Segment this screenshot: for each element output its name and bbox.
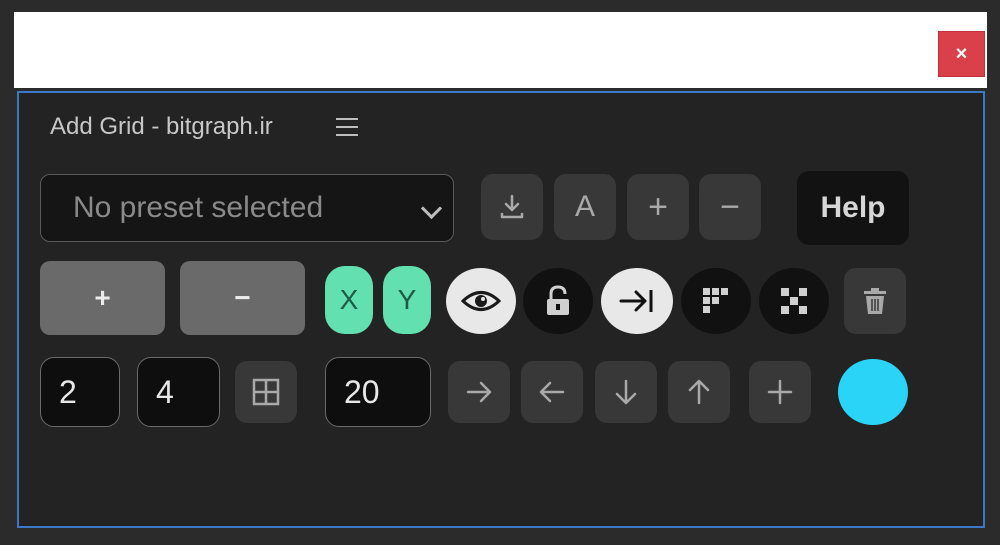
- remove-preset-button[interactable]: −: [699, 174, 761, 240]
- window-titlebar: [14, 12, 987, 88]
- add-grid-button[interactable]: +: [40, 261, 165, 335]
- save-preset-button[interactable]: [481, 174, 543, 240]
- arrow-right-icon: [466, 381, 492, 403]
- minus-icon: −: [720, 187, 740, 226]
- plus-icon: [767, 379, 793, 405]
- panel-title: Add Grid - bitgraph.ir: [50, 113, 273, 140]
- arrow-right-to-line-icon: [619, 290, 653, 312]
- preset-select-value: No preset selected: [73, 191, 324, 224]
- lock-toggle[interactable]: [523, 268, 593, 334]
- help-button[interactable]: Help: [797, 171, 909, 245]
- trash-icon: [864, 288, 886, 314]
- grid-color-swatch[interactable]: [838, 359, 908, 425]
- plus-icon: +: [94, 282, 111, 313]
- chevron-down-icon: [420, 197, 443, 220]
- text-a-label: A: [574, 190, 595, 223]
- panel-menu-icon[interactable]: [336, 116, 358, 138]
- remove-grid-button[interactable]: −: [180, 261, 305, 335]
- checker-icon: [781, 288, 807, 314]
- y-label: Y: [397, 284, 417, 315]
- delete-button[interactable]: [844, 268, 906, 334]
- corner-grid-button[interactable]: [681, 268, 751, 334]
- plus-icon: +: [648, 187, 668, 226]
- grid-icon: [252, 378, 280, 406]
- x-label: X: [339, 284, 359, 315]
- rows-input[interactable]: 4: [137, 357, 220, 427]
- arrow-up-icon: [688, 379, 710, 405]
- center-cross-button[interactable]: [749, 361, 811, 423]
- snap-to-edge-button[interactable]: [601, 268, 673, 334]
- y-axis-toggle[interactable]: Y: [383, 266, 431, 334]
- move-down-button[interactable]: [595, 361, 657, 423]
- move-up-button[interactable]: [668, 361, 730, 423]
- preset-select[interactable]: No preset selected: [40, 174, 454, 242]
- columns-input[interactable]: 2: [40, 357, 120, 427]
- arrow-down-icon: [615, 379, 637, 405]
- unlock-icon: [547, 285, 569, 315]
- minus-icon: −: [234, 282, 251, 313]
- help-label: Help: [820, 191, 886, 224]
- close-button[interactable]: ×: [938, 31, 985, 77]
- gutter-input[interactable]: 20: [325, 357, 431, 427]
- corner-grid-icon: [703, 288, 728, 313]
- eye-icon: [461, 291, 501, 311]
- x-axis-toggle[interactable]: X: [325, 266, 373, 334]
- arrow-left-icon: [539, 381, 565, 403]
- grid-layout-button[interactable]: [235, 361, 297, 423]
- visibility-toggle[interactable]: [446, 268, 516, 334]
- text-a-button[interactable]: A: [554, 174, 616, 240]
- download-icon: [500, 194, 524, 219]
- move-left-button[interactable]: [521, 361, 583, 423]
- checker-grid-button[interactable]: [759, 268, 829, 334]
- move-right-button[interactable]: [448, 361, 510, 423]
- add-preset-button[interactable]: +: [627, 174, 689, 240]
